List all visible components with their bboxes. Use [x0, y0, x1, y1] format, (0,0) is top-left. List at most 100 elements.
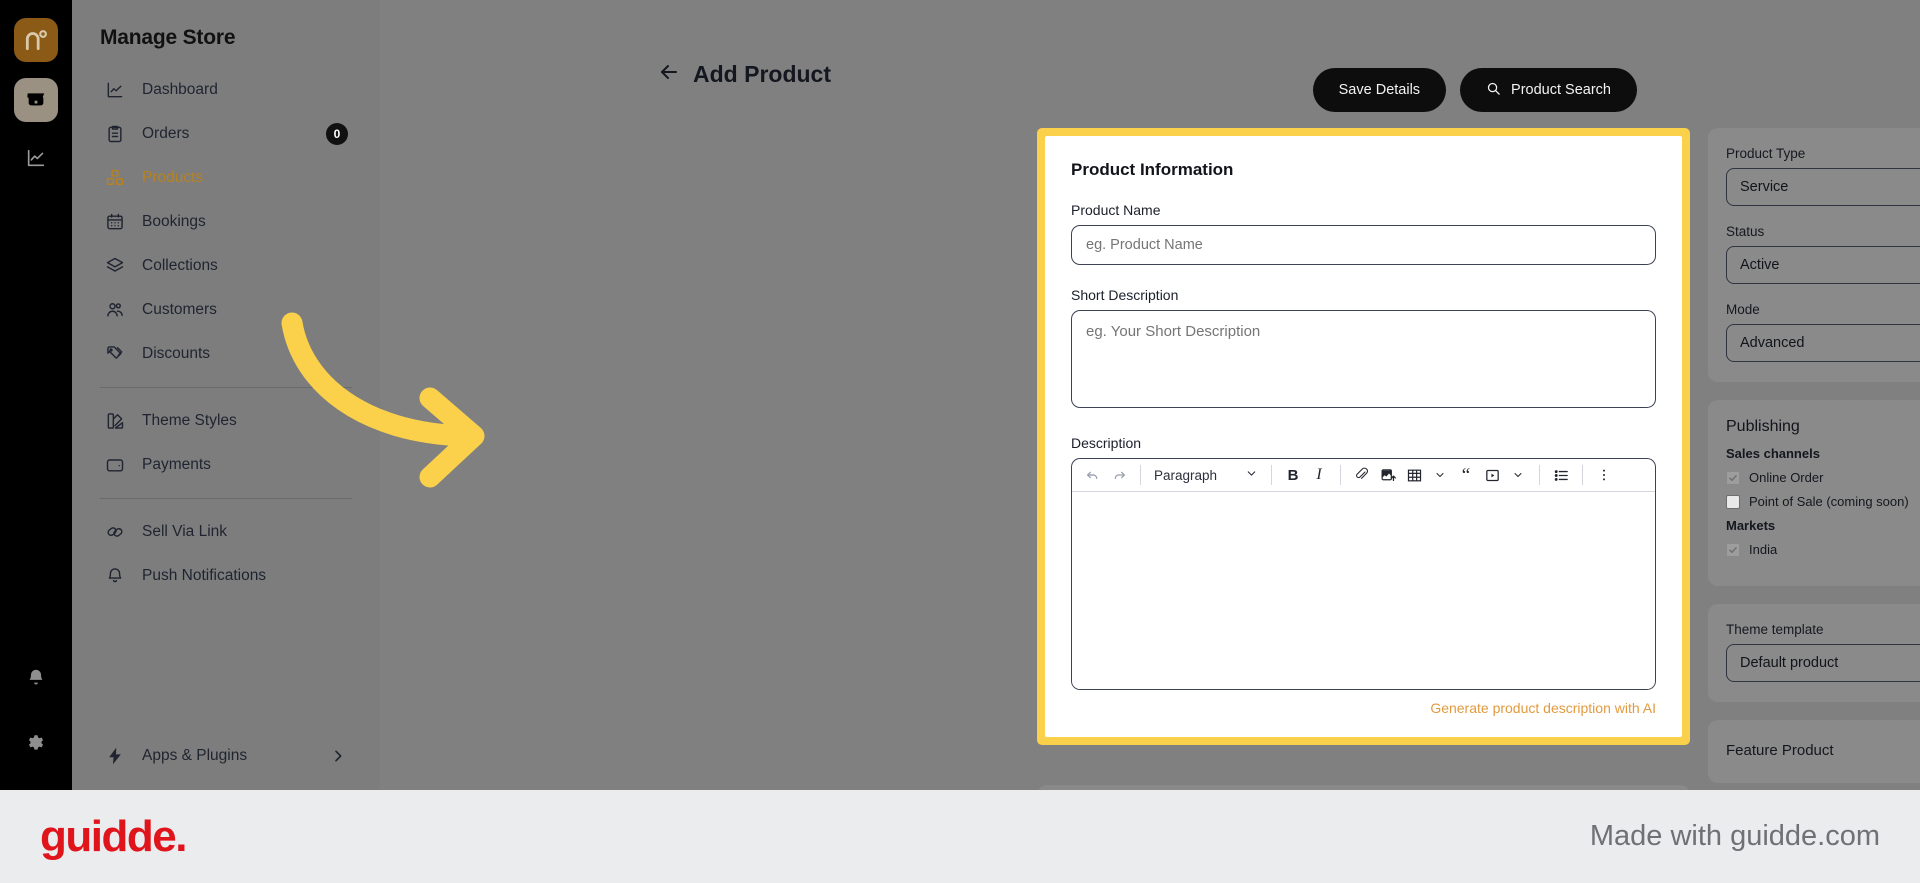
- product-name-label: Product Name: [1071, 202, 1161, 218]
- layers-icon: [104, 255, 126, 277]
- search-icon: [1486, 81, 1501, 100]
- status-select[interactable]: Active: [1726, 246, 1920, 284]
- table-icon[interactable]: [1402, 462, 1426, 488]
- sales-channel-point-of-sale[interactable]: Point of Sale (coming soon): [1726, 494, 1920, 509]
- sales-channel-online-order[interactable]: Online Order: [1726, 470, 1920, 485]
- editor-content-area[interactable]: [1072, 492, 1655, 689]
- chevron-down-icon: [1245, 467, 1258, 483]
- main-content: Add Product Save Details Product Search: [380, 0, 1920, 790]
- sidebar-item-dashboard[interactable]: Dashboard: [96, 68, 356, 112]
- main-sidebar: Manage Store Dashboard Orders 0 Products…: [72, 0, 380, 790]
- clipboard-icon: [104, 123, 126, 145]
- nuo-logo-icon[interactable]: [14, 18, 58, 62]
- theme-template-select[interactable]: Default product: [1726, 644, 1920, 682]
- save-details-label: Save Details: [1338, 82, 1421, 98]
- markets-heading: Markets: [1726, 518, 1776, 533]
- sidebar-item-orders[interactable]: Orders 0: [96, 112, 356, 156]
- sidebar-item-sell-via-link[interactable]: Sell Via Link: [96, 510, 356, 554]
- tag-icon: [104, 343, 126, 365]
- more-vertical-icon[interactable]: [1592, 462, 1616, 488]
- generate-description-ai-link[interactable]: Generate product description with AI: [1071, 700, 1656, 716]
- sidebar-title: Manage Store: [100, 26, 236, 49]
- boxes-icon: [104, 167, 126, 189]
- sidebar-item-label: Customers: [142, 301, 217, 318]
- sidebar-item-bookings[interactable]: Bookings: [96, 200, 356, 244]
- product-name-input[interactable]: [1071, 225, 1656, 265]
- product-settings-column: Product Type Service Status Active Mode …: [1708, 128, 1920, 790]
- mode-select[interactable]: Advanced: [1726, 324, 1920, 362]
- market-india[interactable]: India: [1726, 542, 1920, 557]
- toolbar-divider: [1539, 465, 1540, 485]
- sidebar-item-customers[interactable]: Customers: [96, 288, 356, 332]
- image-upload-icon[interactable]: [1376, 462, 1400, 488]
- checkbox-label: Point of Sale (coming soon): [1749, 494, 1909, 509]
- product-attributes-panel: Product Type Service Status Active Mode …: [1708, 128, 1920, 382]
- palette-icon: [104, 410, 126, 432]
- rail-item-storefront[interactable]: [14, 78, 58, 122]
- block-format-value: Paragraph: [1154, 467, 1218, 483]
- sidebar-item-label: Apps & Plugins: [142, 747, 248, 764]
- sidebar-item-label: Bookings: [142, 213, 206, 230]
- sidebar-item-label: Push Notifications: [142, 567, 267, 584]
- calendar-icon: [104, 211, 126, 233]
- bell-icon: [104, 565, 126, 587]
- video-embed-icon[interactable]: [1480, 462, 1504, 488]
- checkbox-label: Online Order: [1749, 470, 1824, 485]
- sidebar-item-payments[interactable]: Payments: [96, 443, 356, 487]
- bold-button[interactable]: B: [1281, 462, 1305, 488]
- product-type-label: Product Type: [1726, 146, 1806, 161]
- theme-template-value: Default product: [1740, 655, 1839, 671]
- product-type-value: Service: [1740, 179, 1789, 195]
- description-label: Description: [1071, 435, 1142, 451]
- feature-product-row: Feature Product: [1726, 738, 1920, 763]
- product-type-select[interactable]: Service: [1726, 168, 1920, 206]
- link-attachment-icon[interactable]: [1350, 462, 1374, 488]
- orders-count-badge: 0: [326, 123, 348, 145]
- italic-button[interactable]: I: [1307, 462, 1331, 488]
- feature-product-panel: Feature Product: [1708, 720, 1920, 783]
- toolbar-divider: [1140, 465, 1141, 485]
- page-title: Add Product: [693, 61, 831, 87]
- product-search-button[interactable]: Product Search: [1460, 68, 1637, 112]
- guidde-logo: guidde.: [40, 811, 187, 861]
- apps-plugins-row[interactable]: Apps & Plugins: [96, 734, 356, 778]
- theme-template-panel: Theme template Default product: [1708, 604, 1920, 702]
- arrow-left-icon[interactable]: [657, 60, 681, 89]
- rail-item-analytics[interactable]: [14, 138, 58, 182]
- workspace-icon-rail: [0, 0, 72, 790]
- short-description-label: Short Description: [1071, 287, 1179, 303]
- table-options-chevron-icon[interactable]: [1428, 462, 1452, 488]
- sidebar-divider: [100, 498, 352, 499]
- checkbox-checked-icon[interactable]: [1726, 470, 1740, 485]
- save-details-button[interactable]: Save Details: [1312, 68, 1447, 112]
- sidebar-item-apps-plugins[interactable]: Apps & Plugins: [96, 734, 356, 778]
- blockquote-icon[interactable]: “: [1454, 462, 1478, 488]
- sidebar-item-collections[interactable]: Collections: [96, 244, 356, 288]
- embed-options-chevron-icon[interactable]: [1506, 462, 1530, 488]
- checkbox-unchecked-icon[interactable]: [1726, 494, 1740, 509]
- bullet-list-icon[interactable]: [1549, 462, 1573, 488]
- redo-icon[interactable]: [1107, 462, 1131, 488]
- undo-icon[interactable]: [1081, 462, 1105, 488]
- checkbox-checked-icon[interactable]: [1726, 542, 1740, 557]
- short-description-textarea[interactable]: [1071, 310, 1656, 408]
- sidebar-item-products[interactable]: Products: [96, 156, 356, 200]
- theme-template-label: Theme template: [1726, 622, 1824, 637]
- toolbar-divider: [1271, 465, 1272, 485]
- sidebar-item-push-notifications[interactable]: Push Notifications: [96, 554, 356, 598]
- status-label: Status: [1726, 224, 1765, 239]
- sales-channels-heading: Sales channels: [1726, 446, 1820, 461]
- rail-settings-button[interactable]: [14, 724, 58, 768]
- block-format-select[interactable]: Paragraph: [1150, 467, 1262, 483]
- feature-product-label: Feature Product: [1726, 742, 1834, 759]
- product-information-highlight: Product Information Product Name Short D…: [1037, 128, 1690, 745]
- page-header: Add Product: [657, 60, 831, 89]
- sidebar-item-theme-styles[interactable]: Theme Styles: [96, 399, 356, 443]
- product-information-card: Product Information Product Name Short D…: [1045, 136, 1682, 737]
- application-window: Manage Store Dashboard Orders 0 Products…: [0, 0, 1920, 790]
- bell-icon: [25, 667, 47, 694]
- sidebar-item-discounts[interactable]: Discounts: [96, 332, 356, 376]
- toolbar-divider: [1582, 465, 1583, 485]
- publishing-heading: Publishing: [1726, 418, 1800, 435]
- rail-notifications-button[interactable]: [14, 658, 58, 702]
